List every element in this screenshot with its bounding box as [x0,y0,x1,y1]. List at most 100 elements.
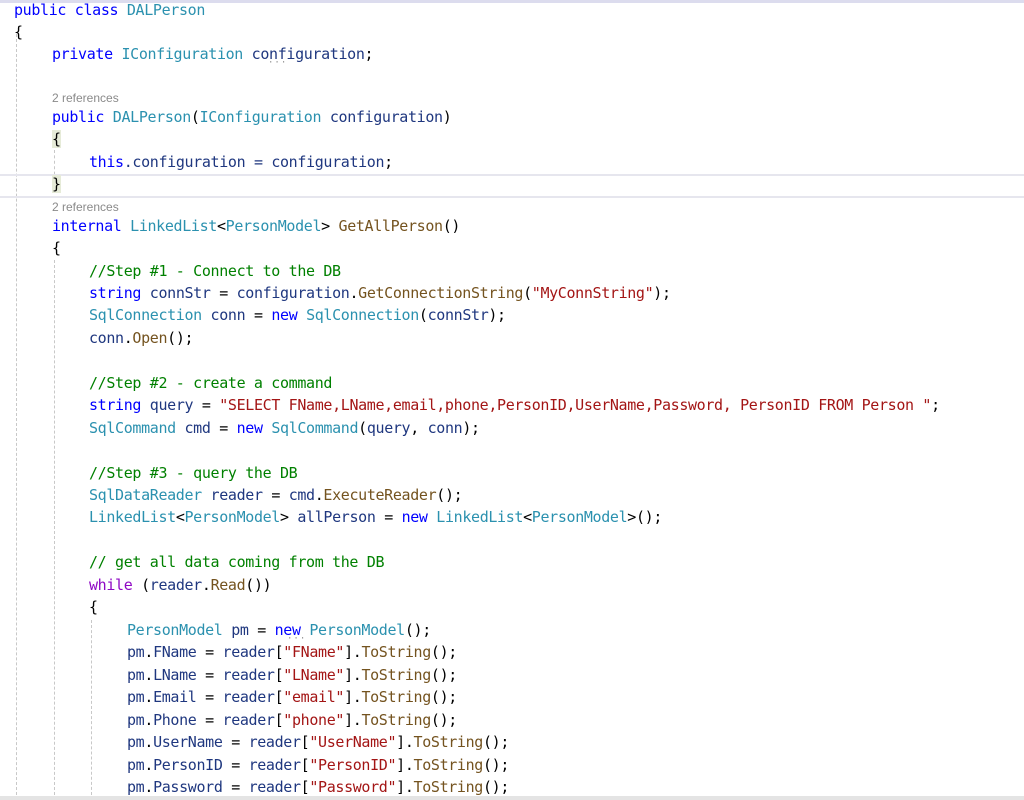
variable: pm [127,710,145,729]
string-literal: "email" [283,688,345,706]
code-line-while: while (reader.Read()) [89,574,272,597]
bracket: ]. [396,778,414,796]
codelens-references[interactable]: 2 references [52,199,119,215]
control-keyword: while [89,576,133,594]
code-line-property-assignment: pm.PersonID = reader["PersonID"].ToStrin… [127,754,509,777]
variable: pm [231,621,249,639]
variable: reader [248,755,301,774]
paren: ) [442,108,452,126]
method-name: ExecuteReader [323,486,437,504]
keyword: string [89,284,142,302]
indent-guide [16,34,17,800]
brace-highlighted: { [52,130,61,148]
paren: (); [482,733,510,751]
horizontal-scrollbar[interactable] [0,796,1024,800]
codelens-references[interactable]: 2 references [52,90,119,106]
comment: //Step #3 - query the DB [89,464,298,482]
code-line-property-assignment: pm.Email = reader["email"].ToString(); [127,686,457,709]
method-name: GetConnectionString [358,284,524,302]
dot: . [201,576,211,594]
property-name: PersonID [153,755,223,774]
string-literal: "SELECT FName,LName,email,phone,PersonID… [219,396,932,414]
semicolon: ; [364,45,374,63]
variable: reader [248,778,301,796]
code-line-constructor: public DALPerson(IConfiguration configur… [52,106,452,129]
paren: ()) [245,576,272,594]
code-line-method-declaration: internal LinkedList<PersonModel> GetAllP… [52,215,460,238]
bracket: ]. [344,643,362,661]
dot: . [144,643,154,661]
paren: ( [190,108,200,126]
operator: = [245,306,272,324]
suggestion-dots-icon[interactable]: ··· [268,58,287,68]
variable: allPerson [297,508,376,526]
code-line-sqlcommand: SqlCommand cmd = new SqlCommand(query, c… [89,417,480,440]
paren: (); [482,778,510,796]
variable: cmd [184,419,211,437]
paren: (); [430,643,457,661]
bracket: [ [274,643,284,661]
type-name: SqlDataReader [89,486,202,504]
method-name: ToString [361,643,431,661]
variable: reader [222,665,275,684]
code-line-comment: //Step #3 - query the DB [89,462,298,485]
operator: = [196,665,223,684]
keyword: class [74,1,119,19]
string-literal: "LName" [283,665,345,684]
bracket: [ [274,665,284,684]
variable: reader [149,576,202,594]
property-name: Password [153,778,223,796]
dot: . [349,284,359,302]
keyword: string [89,396,142,414]
type-name: IConfiguration [121,45,243,63]
code-line-linkedlist: LinkedList<PersonModel> allPerson = new … [89,506,662,529]
type-name: SqlConnection [306,306,419,324]
property-name: UserName [153,733,223,751]
bracket: ]. [396,755,414,774]
keyword: this [89,153,124,171]
type-name: SqlCommand [271,419,359,437]
property-name: Email [153,688,197,706]
code-line-open: conn.Open(); [89,327,194,350]
brace: { [14,23,23,41]
type-name: SqlCommand [89,419,176,437]
method-name: ToString [413,778,484,796]
code-editor[interactable]: public class DALPerson { private IConfig… [0,0,1024,800]
current-line-border [0,174,1024,176]
code-line-brace: { [14,21,23,44]
operator: = [222,778,249,796]
bracket: ]. [396,733,414,751]
string-literal: "Password" [309,778,397,796]
comment: //Step #1 - Connect to the DB [89,262,341,280]
paren: (); [482,755,510,774]
paren: (); [436,486,463,504]
code-line-comment: //Step #2 - create a command [89,372,332,395]
method-name: ToString [413,755,484,774]
comma: , [410,419,428,437]
dot: . [144,755,154,774]
code-line-reader: SqlDataReader reader = cmd.ExecuteReader… [89,484,463,507]
operator: = [196,710,223,729]
paren: ( [418,306,428,324]
method-name: GetAllPerson [338,217,444,235]
paren: (); [404,621,431,639]
property-name: Phone [153,710,197,729]
member-access: .configuration = [123,153,272,171]
param-name: configuration [329,108,443,126]
variable: reader [222,710,275,729]
paren: (); [167,329,194,347]
type-name: LinkedList [130,217,217,235]
operator: = [222,755,249,774]
code-line-property-assignment: pm.UserName = reader["UserName"].ToStrin… [127,731,509,754]
string-literal: "phone" [283,710,345,729]
code-line-sqlconnection: SqlConnection conn = new SqlConnection(c… [89,304,506,327]
method-name: ToString [361,710,431,729]
dot: . [144,688,154,706]
string-literal: "MyConnString" [531,284,654,302]
paren: ( [358,419,367,437]
bracket: ]. [344,665,362,684]
method-name: ToString [413,733,484,751]
type-name: IConfiguration [199,108,322,126]
paren: ( [132,576,150,594]
code-line-comment: //Step #1 - Connect to the DB [89,260,341,283]
